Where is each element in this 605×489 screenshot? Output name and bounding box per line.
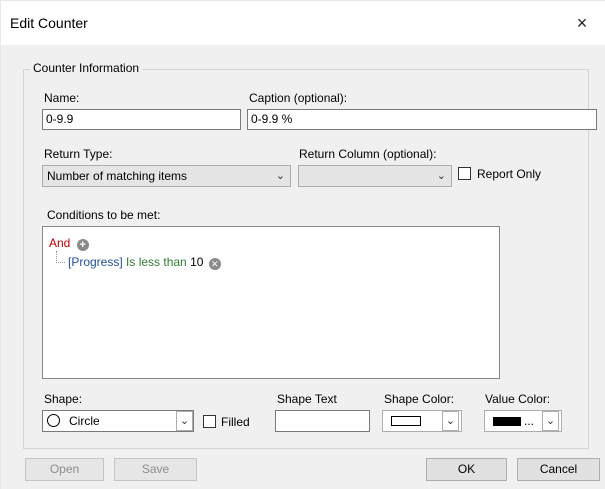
report-only-checkbox[interactable] bbox=[458, 167, 471, 180]
condition-field: [Progress] bbox=[68, 255, 123, 269]
shape-label: Shape: bbox=[44, 392, 83, 406]
report-only-label: Report Only bbox=[477, 167, 542, 181]
return-type-value: Number of matching items bbox=[47, 169, 188, 183]
shape-color-picker[interactable]: ⌄ bbox=[382, 410, 462, 432]
chevron-down-icon: ⌄ bbox=[542, 411, 559, 431]
conditions-tree[interactable]: And + [Progress] Is less than 10 ✕ bbox=[42, 226, 500, 379]
close-icon[interactable]: × bbox=[568, 10, 596, 36]
shape-color-swatch bbox=[391, 416, 421, 426]
shape-text-label: Shape Text bbox=[277, 392, 337, 406]
caption-label: Caption (optional): bbox=[249, 91, 348, 105]
and-operator: And bbox=[49, 236, 71, 250]
save-button[interactable]: Save bbox=[114, 458, 197, 481]
filled-label: Filled bbox=[221, 415, 250, 429]
condition-operator: Is less than bbox=[126, 255, 187, 269]
condition-value: 10 bbox=[190, 255, 204, 269]
filled-checkbox[interactable] bbox=[203, 415, 216, 428]
value-color-swatch bbox=[493, 417, 521, 426]
cancel-button[interactable]: Cancel bbox=[517, 458, 600, 481]
shape-value: Circle bbox=[69, 414, 100, 428]
group-legend: Counter Information bbox=[30, 61, 143, 75]
caption-input[interactable]: 0-9.9 % bbox=[247, 109, 597, 130]
window-title: Edit Counter bbox=[10, 15, 88, 31]
return-column-select[interactable]: ⌄ bbox=[298, 165, 452, 187]
name-input[interactable]: 0-9.9 bbox=[42, 109, 241, 130]
condition-item[interactable]: [Progress] Is less than 10 ✕ bbox=[68, 255, 221, 270]
value-color-picker[interactable]: ... ⌄ bbox=[484, 410, 562, 432]
plus-circle-icon[interactable]: + bbox=[76, 239, 89, 251]
edit-counter-dialog: Edit Counter × Counter Information Name:… bbox=[0, 0, 605, 489]
title-bar: Edit Counter × bbox=[1, 1, 605, 45]
value-color-more: ... bbox=[524, 414, 535, 428]
shape-text-input[interactable] bbox=[275, 410, 370, 432]
shape-select[interactable]: Circle ⌄ bbox=[42, 410, 194, 432]
return-type-select[interactable]: Number of matching items ⌄ bbox=[42, 165, 291, 187]
return-type-label: Return Type: bbox=[44, 147, 113, 161]
chevron-down-icon: ⌄ bbox=[275, 170, 285, 182]
condition-root[interactable]: And + bbox=[49, 236, 89, 251]
chevron-down-icon: ⌄ bbox=[176, 411, 193, 431]
circle-shape-icon bbox=[47, 414, 60, 427]
chevron-down-icon: ⌄ bbox=[436, 170, 446, 182]
ok-button[interactable]: OK bbox=[426, 458, 507, 481]
return-column-label: Return Column (optional): bbox=[299, 147, 437, 161]
conditions-label: Conditions to be met: bbox=[47, 208, 161, 222]
tree-connector bbox=[56, 251, 65, 263]
name-label: Name: bbox=[44, 91, 80, 105]
chevron-down-icon: ⌄ bbox=[442, 411, 459, 431]
open-button[interactable]: Open bbox=[25, 458, 104, 481]
value-color-label: Value Color: bbox=[485, 392, 551, 406]
shape-color-label: Shape Color: bbox=[384, 392, 455, 406]
x-circle-icon[interactable]: ✕ bbox=[208, 258, 221, 270]
